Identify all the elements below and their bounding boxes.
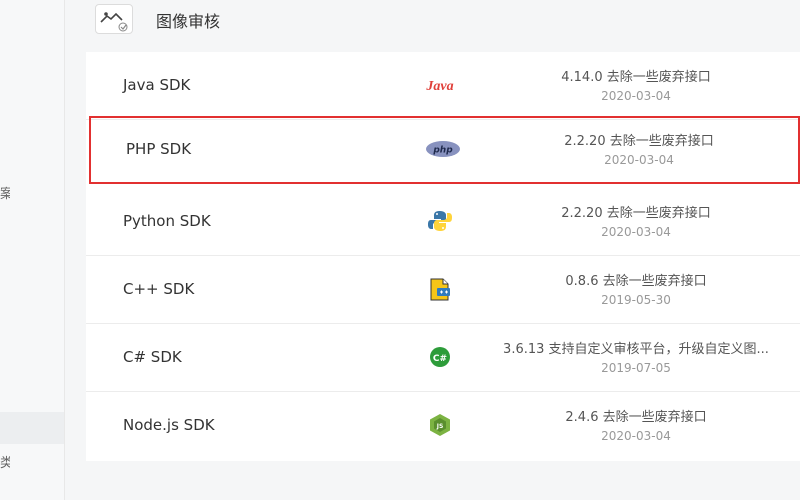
page-title: 图像审核 <box>156 12 221 31</box>
sdk-list: Java SDK Java 4.14.0 去除一些废弃接口 2020-03-04… <box>86 52 800 461</box>
sdk-row-nodejs[interactable]: Node.js SDK JS 2.4.6 去除一些废弃接口 2020-03-04 <box>86 392 800 460</box>
sdk-release-date: 2020-03-04 <box>601 225 671 239</box>
sdk-release-date: 2020-03-04 <box>604 153 674 167</box>
sidebar-item-fragment[interactable]: 案 <box>0 183 10 202</box>
sdk-release-date: 2019-07-05 <box>601 361 671 375</box>
sdk-row-python[interactable]: Python SDK 2.2.20 去除一些废弃接口 2020-03-04 <box>86 188 800 256</box>
sdk-release-date: 2020-03-04 <box>601 429 671 443</box>
svg-text:JS: JS <box>436 423 444 430</box>
sdk-name: PHP SDK <box>126 140 192 158</box>
page-header: 图像审核 <box>64 0 800 52</box>
sdk-version-note: 2.2.20 去除一些废弃接口 <box>564 134 714 149</box>
sdk-release-date: 2020-03-04 <box>601 89 671 103</box>
php-logo-text: php <box>432 146 453 156</box>
cpp-logo-icon <box>418 276 462 302</box>
java-logo-text: Java <box>425 79 453 94</box>
sdk-name: Python SDK <box>123 212 211 230</box>
sdk-name: C++ SDK <box>123 280 195 298</box>
csharp-logo-icon: C# <box>418 344 462 370</box>
sdk-version-note: 2.2.20 去除一些废弃接口 <box>561 206 711 221</box>
sdk-version-note: 2.4.6 去除一些废弃接口 <box>565 410 707 425</box>
image-audit-icon <box>95 4 133 34</box>
sidebar-item-fragment[interactable]: 类 <box>0 452 10 471</box>
sdk-version-note: 0.8.6 去除一些废弃接口 <box>565 274 707 289</box>
sdk-row-csharp[interactable]: C# SDK C# 3.6.13 支持自定义审核平台，升级自定义图... 201… <box>86 324 800 392</box>
sidebar: 案 类 <box>0 0 65 500</box>
java-logo-icon: Java <box>418 72 462 98</box>
nodejs-logo-icon: JS <box>418 412 462 438</box>
sdk-release-date: 2019-05-30 <box>601 293 671 307</box>
sdk-version-note: 4.14.0 去除一些废弃接口 <box>561 70 711 85</box>
sdk-name: C# SDK <box>123 348 182 366</box>
csharp-logo-text: C# <box>433 354 447 364</box>
sdk-version-note: 3.6.13 支持自定义审核平台，升级自定义图... <box>503 342 769 357</box>
sdk-row-cpp[interactable]: C++ SDK 0.8.6 去除一些废弃接口 2019-05-30 <box>86 256 800 324</box>
sidebar-item-active[interactable] <box>0 412 64 444</box>
python-logo-icon <box>418 208 462 234</box>
sdk-name: Java SDK <box>123 76 191 94</box>
php-logo-icon: php <box>421 136 465 162</box>
sdk-row-java[interactable]: Java SDK Java 4.14.0 去除一些废弃接口 2020-03-04 <box>86 52 800 120</box>
sdk-name: Node.js SDK <box>123 416 215 434</box>
sdk-row-php[interactable]: PHP SDK php 2.2.20 去除一些废弃接口 2020-03-04 <box>89 116 800 184</box>
